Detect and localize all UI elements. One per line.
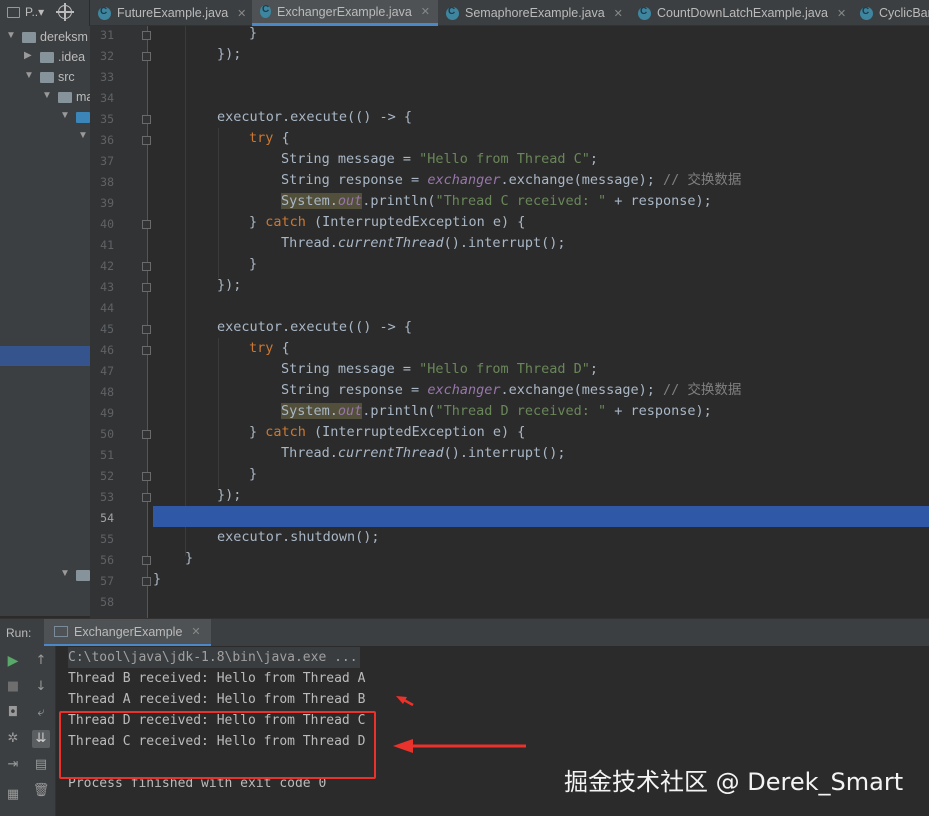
annotation-arrow-lower [393, 739, 526, 753]
annotation-arrows [393, 696, 526, 753]
annotation-arrow-upper [396, 696, 414, 707]
watermark: 掘金技术社区 @ Derek_Smart [564, 768, 904, 796]
